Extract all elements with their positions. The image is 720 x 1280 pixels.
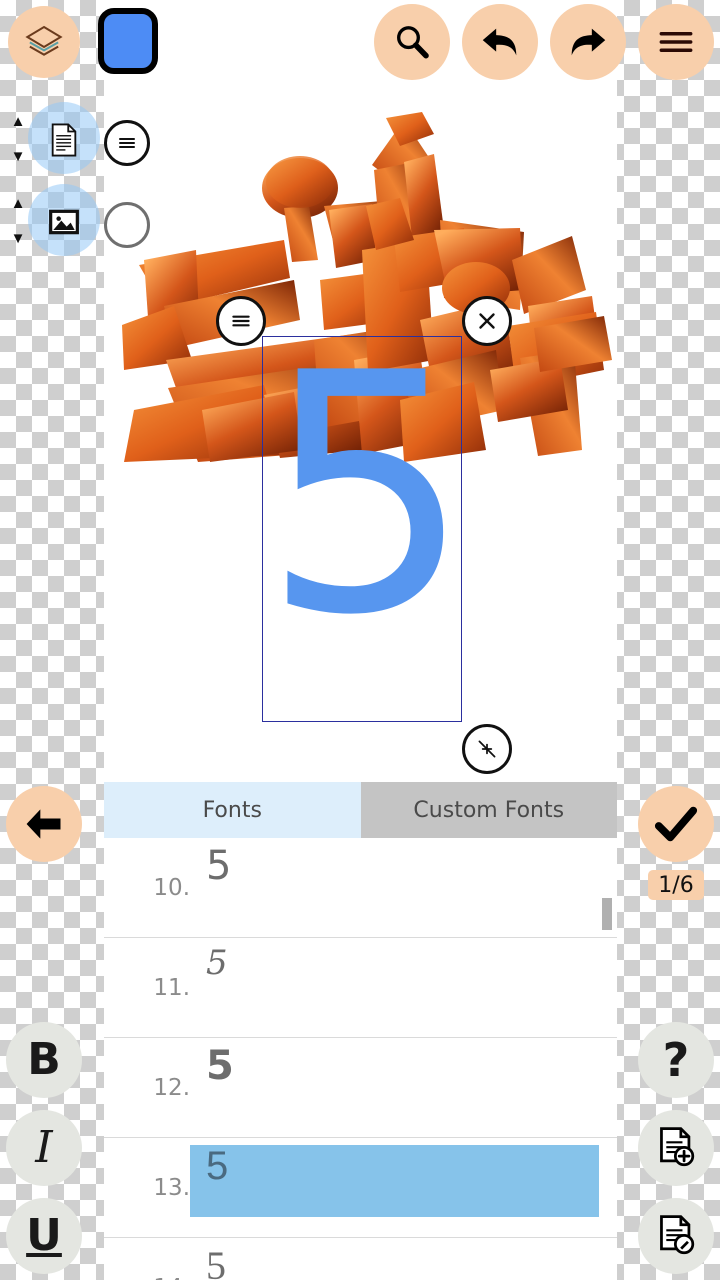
layer-reorder-arrows[interactable]: ▲ ▼: [6, 196, 30, 246]
layers-icon: [25, 25, 63, 56]
font-sample: 5: [206, 943, 228, 983]
magnifier-icon: [397, 26, 429, 59]
move-up-icon[interactable]: ▲: [11, 114, 26, 129]
add-document-icon: [660, 1127, 695, 1167]
image-layer-select-handle[interactable]: [104, 202, 150, 248]
hamburger-icon: [232, 315, 250, 327]
element-resize-handle[interactable]: [462, 724, 512, 774]
layers-button[interactable]: [8, 6, 80, 78]
font-list-item[interactable]: 11. 5: [104, 938, 617, 1038]
font-index: 13.: [153, 1174, 190, 1201]
edit-page-button[interactable]: [638, 1198, 714, 1274]
font-sample: 5: [206, 1043, 234, 1089]
font-list-item-selected[interactable]: 13. 5: [104, 1138, 617, 1238]
font-list-scrollbar-thumb[interactable]: [602, 898, 612, 930]
close-x-icon: [479, 313, 495, 329]
tab-custom-fonts[interactable]: Custom Fonts: [360, 782, 617, 838]
resize-diagonal-icon: [478, 740, 496, 758]
font-sample: 5: [206, 1243, 226, 1280]
redo-button[interactable]: [550, 4, 626, 80]
element-close-handle[interactable]: [462, 296, 512, 346]
layer-reorder-arrows[interactable]: ▲ ▼: [6, 114, 30, 164]
add-page-button[interactable]: [638, 1110, 714, 1186]
app-root: 5 ▲ ▼ ▲ ▼ Fonts Custom Fonts 10. 5 11. 5…: [0, 0, 720, 1280]
main-menu-button[interactable]: [638, 4, 714, 80]
italic-button[interactable]: I: [6, 1110, 82, 1186]
bold-label: B: [27, 1034, 61, 1085]
element-menu-handle[interactable]: [216, 296, 266, 346]
edit-document-icon: [660, 1215, 695, 1255]
redo-arrow-icon: [571, 28, 606, 56]
layer-row-image[interactable]: ▲ ▼: [0, 184, 104, 256]
font-list-item[interactable]: 10. 5: [104, 838, 617, 938]
font-list-item[interactable]: 14. 5: [104, 1238, 617, 1280]
font-index: 12.: [153, 1074, 190, 1101]
hamburger-icon: [119, 138, 135, 148]
font-index: 11.: [153, 974, 190, 1001]
font-panel: Fonts Custom Fonts 10. 5 11. 5 12. 5 13.…: [104, 782, 617, 1280]
color-swatch-button[interactable]: [98, 8, 158, 74]
hamburger-menu-icon: [659, 32, 693, 52]
text-layer-menu-handle[interactable]: [104, 120, 150, 166]
undo-arrow-icon: [482, 28, 517, 56]
panel-tabs: Fonts Custom Fonts: [104, 782, 617, 838]
zoom-button[interactable]: [374, 4, 450, 80]
font-sample: 5: [206, 843, 232, 889]
underline-label: U: [26, 1210, 62, 1261]
back-arrow-icon: [26, 809, 61, 839]
image-layer-icon[interactable]: [44, 202, 84, 242]
canvas[interactable]: 5: [104, 0, 617, 782]
move-up-icon[interactable]: ▲: [11, 196, 26, 211]
font-index: 10.: [153, 874, 190, 901]
move-down-icon[interactable]: ▼: [11, 231, 26, 246]
bold-button[interactable]: B: [6, 1022, 82, 1098]
back-button[interactable]: [6, 786, 82, 862]
undo-button[interactable]: [462, 4, 538, 80]
selection-bounding-box[interactable]: [262, 336, 462, 722]
help-label: ?: [662, 1033, 690, 1087]
font-index: 14.: [104, 1275, 202, 1280]
font-list-item[interactable]: 12. 5: [104, 1038, 617, 1138]
tab-fonts[interactable]: Fonts: [104, 782, 361, 838]
document-layer-icon[interactable]: [44, 120, 84, 160]
font-sample: 5: [206, 1144, 229, 1188]
done-button[interactable]: [638, 786, 714, 862]
move-down-icon[interactable]: ▼: [11, 149, 26, 164]
checkmark-icon: [654, 806, 698, 842]
help-button[interactable]: ?: [638, 1022, 714, 1098]
italic-label: I: [35, 1122, 53, 1173]
underline-button[interactable]: U: [6, 1198, 82, 1274]
page-count-badge: 1/6: [648, 870, 704, 900]
layer-row-text[interactable]: ▲ ▼: [0, 102, 104, 174]
